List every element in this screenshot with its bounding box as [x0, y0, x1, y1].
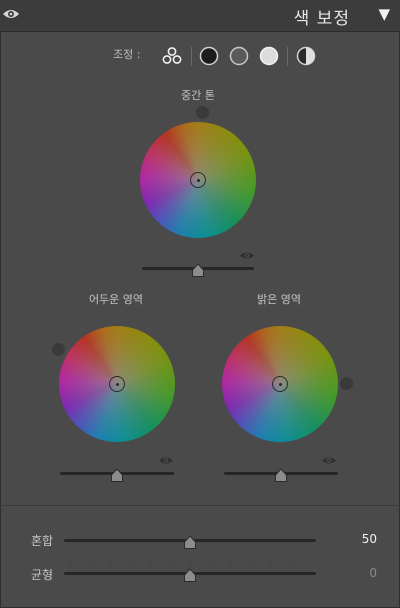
panel-title: 색 보정 — [293, 9, 350, 29]
midtone-label: 중간 톤 — [181, 89, 215, 102]
midtone-wheel-handle[interactable] — [190, 172, 206, 188]
midtone-luminance-slider[interactable] — [142, 262, 254, 277]
adjust-label: 조정 : — [113, 48, 141, 61]
blend-slider[interactable] — [64, 534, 316, 549]
highlights-wheel-handle[interactable] — [272, 376, 288, 392]
panel-header[interactable]: 색 보정 ▼ — [0, 0, 400, 32]
balance-slider[interactable] — [64, 567, 316, 582]
shadows-color-wheel[interactable] — [59, 326, 175, 442]
mode-separator — [287, 47, 288, 66]
shadows-label: 어두운 영역 — [88, 293, 144, 306]
highlights-luminance-dot[interactable] — [340, 377, 353, 390]
shadows-luminance-slider[interactable] — [60, 467, 174, 482]
balance-label: 균형 — [31, 568, 54, 582]
collapse-triangle-icon[interactable]: ▼ — [378, 5, 390, 23]
midtone-luminance-dot[interactable] — [196, 106, 209, 119]
three-way-mode-icon[interactable] — [162, 46, 182, 66]
highlights-color-wheel[interactable] — [222, 326, 338, 442]
global-mode-icon[interactable] — [296, 46, 316, 66]
balance-ticks — [70, 562, 310, 564]
midtones-mode-icon[interactable] — [229, 46, 249, 66]
shadows-luminance-dot[interactable] — [52, 343, 65, 356]
mode-separator — [191, 47, 192, 66]
highlights-mode-icon[interactable] — [259, 46, 279, 66]
shadows-wheel-handle[interactable] — [109, 376, 125, 392]
midtone-color-wheel[interactable] — [140, 122, 256, 238]
slider-thumb[interactable] — [111, 467, 123, 482]
section-divider — [0, 505, 400, 506]
slider-thumb[interactable] — [184, 567, 196, 582]
slider-thumb[interactable] — [192, 262, 204, 277]
balance-value[interactable]: 0 — [369, 566, 377, 580]
visibility-eye-icon[interactable] — [2, 6, 20, 25]
slider-thumb[interactable] — [275, 467, 287, 482]
highlights-luminance-slider[interactable] — [224, 467, 338, 482]
slider-thumb[interactable] — [184, 534, 196, 549]
blend-label: 혼합 — [31, 534, 54, 548]
highlights-label: 밝은 영역 — [257, 293, 301, 306]
blend-value[interactable]: 50 — [362, 532, 377, 546]
shadows-mode-icon[interactable] — [199, 46, 219, 66]
